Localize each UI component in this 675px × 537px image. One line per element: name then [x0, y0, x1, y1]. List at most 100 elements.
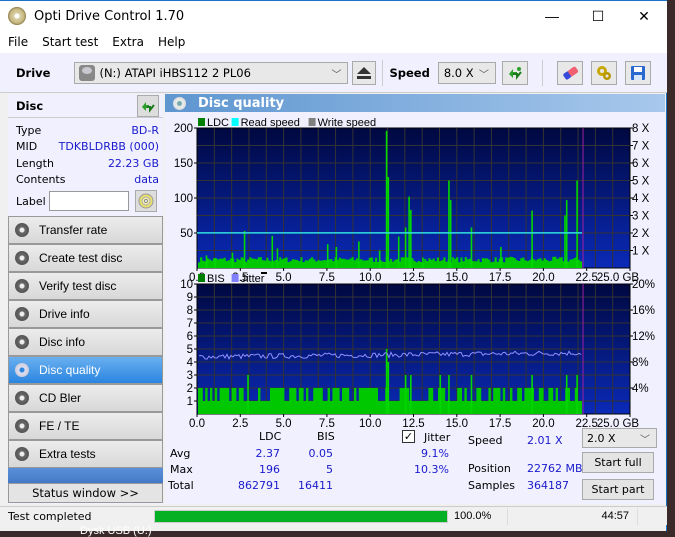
legend-label: Read speed [241, 117, 300, 129]
speed-label: Speed [468, 434, 503, 447]
menu-help[interactable]: Help [158, 35, 185, 49]
y2-tick-label: 12% [632, 331, 655, 343]
disc-label-input[interactable] [49, 191, 129, 211]
bis-spike-bar [565, 375, 568, 414]
toolbar: Drive (N:) ATAPI iHBS112 2 PL06 ﹀ Speed … [0, 53, 667, 93]
disc-header-label: Disc [16, 98, 44, 113]
legend-swatch [231, 274, 239, 282]
drive-value: (N:) ATAPI iHBS112 2 PL06 [99, 65, 251, 80]
ldc-spike-bar [276, 248, 279, 268]
legend-marker [261, 272, 267, 274]
y-tick-label: 2 [187, 383, 193, 395]
toolbar-divider [382, 59, 384, 86]
x-tick-label: 20.0 [532, 418, 554, 427]
y2-tick-label: 8 X [632, 123, 650, 135]
y2-tick-label: 6 X [632, 158, 650, 170]
x-tick-label: 22.5 [576, 418, 598, 427]
test-nav: Transfer rate Create test disc Verify te… [8, 216, 163, 490]
avg-jitter: 9.1% [421, 447, 449, 460]
y2-tick-label: 1 X [632, 246, 650, 258]
y2-tick-label: 3 X [632, 211, 650, 223]
settings-button[interactable] [590, 60, 617, 85]
ldc-spike-bar [335, 247, 338, 268]
menu-file[interactable]: File [8, 35, 28, 49]
bis-spike-bar [576, 375, 578, 414]
nav-fe-te[interactable]: FE / TE [8, 412, 163, 440]
ldc-spike-bar [387, 177, 390, 268]
nav-disc-info[interactable]: Disc info [8, 328, 163, 356]
y-tick-label: 9 [187, 292, 193, 304]
apply-label-button[interactable] [135, 190, 157, 212]
y2-tick-label: 16% [632, 305, 655, 317]
samples-value: 364187 [527, 479, 569, 492]
y2-tick-label: 7 X [632, 141, 650, 153]
position-value: 22762 MB [527, 462, 583, 475]
jitter-checkbox[interactable]: ✓ [402, 430, 415, 443]
transfer-rate-icon [15, 223, 29, 237]
start-full-button[interactable]: Start full [582, 452, 654, 473]
max-ldc: 196 [259, 463, 280, 476]
nav-verify-test-disc[interactable]: Verify test disc [8, 272, 163, 300]
col-ldc: LDC [259, 430, 282, 443]
refresh-speed-button[interactable] [501, 60, 528, 85]
disc-info-icon [15, 335, 29, 349]
x-tick-label: 25.0 GB [597, 418, 640, 427]
menu-extra[interactable]: Extra [112, 35, 144, 49]
refresh-icon [142, 101, 155, 113]
max-bis: 5 [326, 463, 333, 476]
nav-drive-info[interactable]: Drive info [8, 300, 163, 328]
nav-create-test-disc[interactable]: Create test disc [8, 244, 163, 272]
test-speed-select[interactable]: 2.0 X ﹀ [582, 428, 657, 448]
save-button[interactable] [624, 60, 651, 85]
start-part-button[interactable]: Start part [582, 479, 654, 500]
status-window-button[interactable]: Status window >> [8, 483, 163, 503]
x-tick-label: 10.0 [359, 418, 381, 427]
speed-select[interactable]: 8.0 X ﹀ [437, 61, 496, 84]
status-text: Test completed [8, 509, 92, 523]
x-tick-label: 5.0 [276, 418, 292, 427]
progress-percent: 100.0% [448, 507, 508, 525]
disc-refresh-button[interactable] [137, 94, 159, 117]
col-bis: BIS [317, 430, 335, 443]
bis-spike-bar [410, 375, 412, 414]
stats-panel: LDC BIS ✓ Jitter Avg 2.37 0.05 9.1% Max … [165, 427, 665, 502]
erase-button[interactable] [556, 60, 583, 85]
drive-select[interactable]: (N:) ATAPI iHBS112 2 PL06 ﹀ [74, 61, 349, 84]
nav-transfer-rate[interactable]: Transfer rate [8, 216, 163, 244]
eject-icon [357, 66, 372, 79]
ldc-spike-bar [397, 236, 400, 268]
disc-panel-header: Disc [8, 94, 163, 118]
verify-disc-icon [15, 279, 29, 293]
eject-button[interactable] [352, 60, 377, 85]
max-label: Max [170, 463, 193, 476]
jitter-label: Jitter [424, 431, 451, 444]
maximize-button[interactable]: ☐ [575, 1, 621, 31]
drive-label: Drive [16, 65, 51, 80]
nav-cd-bler[interactable]: CD Bler [8, 384, 163, 412]
ldc-spike-bar [231, 252, 234, 268]
menu-start-test[interactable]: Start test [42, 35, 98, 49]
total-label: Total [168, 479, 194, 492]
speed-value: 2.01 X [527, 434, 563, 447]
ldc-spike-bar [422, 257, 424, 268]
extra-tests-icon [15, 447, 29, 461]
disc-contents-row: Contents data [8, 172, 163, 189]
y-tick-label: 150 [174, 158, 193, 170]
field-key: Length [16, 156, 54, 170]
disc-quality-icon [173, 96, 186, 110]
nav-extra-tests[interactable]: Extra tests [8, 440, 163, 468]
disc-mid-row: MID TDKBLDRBB (000) [8, 139, 163, 156]
progress-bar [154, 509, 448, 523]
minimize-icon: — [545, 8, 559, 24]
close-button[interactable]: ✕ [621, 1, 667, 31]
nav-disc-quality[interactable]: Disc quality [8, 356, 163, 384]
disc-length-row: Length 22.23 GB [8, 155, 163, 172]
speed-value: 8.0 X [443, 65, 474, 80]
minimize-button[interactable]: — [529, 1, 575, 31]
x-tick-label: 15.0 [446, 272, 468, 284]
avg-label: Avg [170, 447, 191, 460]
x-tick-label: 7.5 [319, 418, 335, 427]
ldc-spike-bar [449, 200, 452, 268]
y-tick-label: 50 [180, 228, 193, 240]
samples-label: Samples [468, 479, 515, 492]
